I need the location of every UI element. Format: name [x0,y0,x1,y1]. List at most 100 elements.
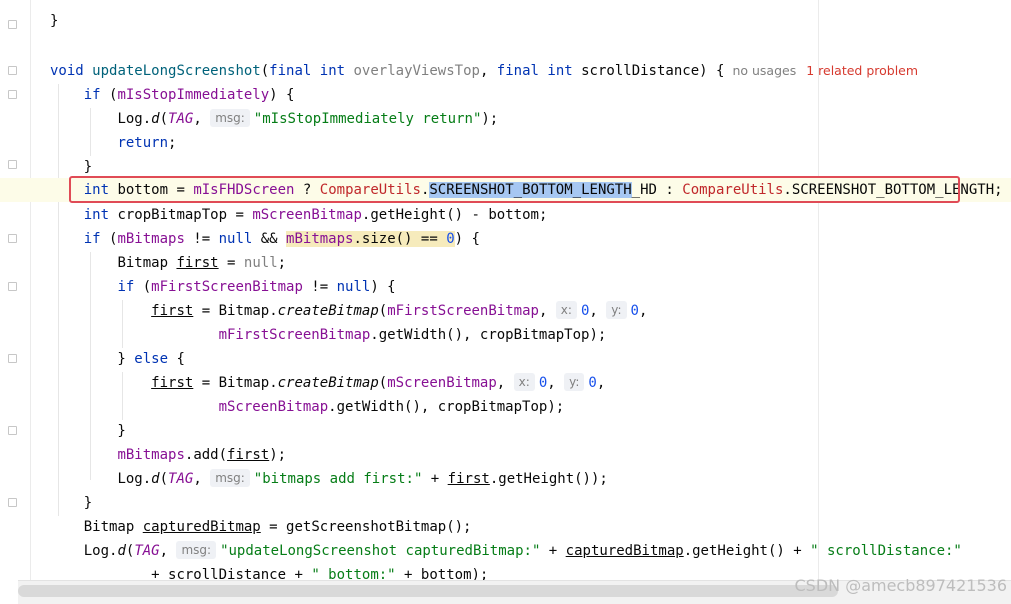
field: TAG [134,543,160,559]
field: TAG [168,471,194,487]
code-line[interactable]: first = Bitmap.createBitmap(mScreenBitma… [50,371,1011,395]
field: mFirstScreenBitmap [218,327,371,343]
code-line[interactable]: Log.d(TAG, msg: "mIsStopImmediately retur… [50,107,1011,131]
number-literal: 0 [630,303,639,319]
string-literal: "mIsStopImmediately return" [253,111,482,127]
param-hint: y: [564,373,585,391]
field: mFirstScreenBitmap [151,279,303,295]
field: mIsStopImmediately [117,87,270,103]
param: scrollDistance [581,63,700,79]
usages-inlay[interactable]: no usages [732,63,796,78]
code-line[interactable]: } [50,419,1011,443]
field: mScreenBitmap [218,399,329,415]
class-ref: Log. [83,543,118,559]
method-call: size [361,231,396,247]
field: mBitmaps [117,231,185,247]
method-call: getHeight [498,471,575,487]
code-line[interactable]: if (mBitmaps != null && mBitmaps.size() … [50,227,1011,251]
keyword: null [218,231,253,247]
keyword: if [83,231,101,247]
problem-inlay[interactable]: 1 related problem [806,63,918,78]
method-call: add [193,447,219,463]
keyword: return [117,135,169,151]
highlight-annotation-box [69,176,960,203]
keyword: null [243,255,278,271]
number-literal: 0 [588,375,597,391]
code-line[interactable]: } else { [50,347,1011,371]
type: Bitmap [218,375,270,391]
code-line[interactable]: if (mFirstScreenBitmap != null) { [50,275,1011,299]
keyword: int [547,63,573,79]
code-line[interactable]: Log.d(TAG, msg: "updateLongScreenshot cap… [50,539,1011,563]
keyword: else [134,351,169,367]
code-line[interactable]: return; [50,131,1011,155]
fold-marker-icon[interactable] [8,90,17,99]
param-hint: msg: [210,469,250,487]
keyword: if [117,279,135,295]
variable: bottom [488,207,539,223]
fold-marker-icon[interactable] [8,20,17,29]
reassigned-variable: first [151,375,194,391]
keyword: final [496,63,539,79]
method-call: d [151,471,160,487]
code-line[interactable]: } [50,9,1011,33]
fold-marker-icon[interactable] [8,498,17,507]
variable: cropBitmapTop [117,207,228,223]
keyword: int [319,63,346,79]
type: Bitmap [218,303,270,319]
code-line[interactable]: Bitmap first = null; [50,251,1011,275]
field: mFirstScreenBitmap [387,303,539,319]
method-call: createBitmap [277,375,379,391]
field: mScreenBitmap [387,375,497,391]
brace: } [50,13,59,29]
reassigned-variable: first [447,471,490,487]
code-line[interactable]: first = Bitmap.createBitmap(mFirstScreen… [50,299,1011,323]
method-call: d [151,111,160,127]
code-line-signature[interactable]: void updateLongScreenshot(final int over… [50,59,1011,83]
fold-marker-icon[interactable] [8,160,17,169]
keyword: if [83,87,101,103]
fold-marker-icon[interactable] [8,282,17,291]
code-line[interactable]: Bitmap capturedBitmap = getScreenshotBit… [50,515,1011,539]
method-call: getScreenshotBitmap [286,519,447,535]
method-call: getWidth [378,327,447,343]
editor-gutter[interactable] [0,0,31,603]
field: mBitmaps [117,447,185,463]
watermark: CSDN @amecb897421536 [794,576,1007,595]
param-unused: overlayViewsTop [353,63,480,79]
code-line[interactable]: Log.d(TAG, msg: "bitmaps add first:" + fi… [50,467,1011,491]
code-line[interactable]: mScreenBitmap.getWidth(), cropBitmapTop)… [50,395,1011,419]
variable: cropBitmapTop [437,399,548,415]
string-literal: "updateLongScreenshot capturedBitmap:" [220,543,541,559]
method-call: d [117,543,126,559]
code-line[interactable]: if (mIsStopImmediately) { [50,83,1011,107]
scrollbar-thumb[interactable] [18,585,838,597]
reassigned-variable: capturedBitmap [142,519,261,535]
param-hint: x: [555,301,577,319]
number-literal: 0 [538,375,548,391]
method-name: updateLongScreenshot [92,63,261,79]
code-line[interactable]: mBitmaps.add(first); [50,443,1011,467]
fold-marker-icon[interactable] [8,66,17,75]
keyword: final [269,63,312,79]
code-line[interactable]: mFirstScreenBitmap.getWidth(), cropBitma… [50,323,1011,347]
fold-marker-icon[interactable] [8,354,17,363]
field: TAG [168,111,194,127]
keyword: void [50,63,84,79]
fold-marker-icon[interactable] [8,234,17,243]
param-hint: msg: [176,541,217,559]
reassigned-variable: first [227,447,270,463]
reassigned-variable: first [176,255,219,271]
number-literal: 0 [580,303,590,319]
class-ref: Log. [117,111,152,127]
type: Bitmap [83,519,135,535]
code-line[interactable]: int cropBitmapTop = mScreenBitmap.getHei… [50,203,1011,227]
field: mBitmaps [286,231,354,247]
type: Bitmap [117,255,169,271]
param-hint: msg: [210,109,250,127]
number-literal: 0 [446,231,455,247]
code-line[interactable]: } [50,491,1011,515]
method-call: getWidth [336,399,405,415]
fold-marker-icon[interactable] [8,426,17,435]
class-ref: Log. [117,471,152,487]
